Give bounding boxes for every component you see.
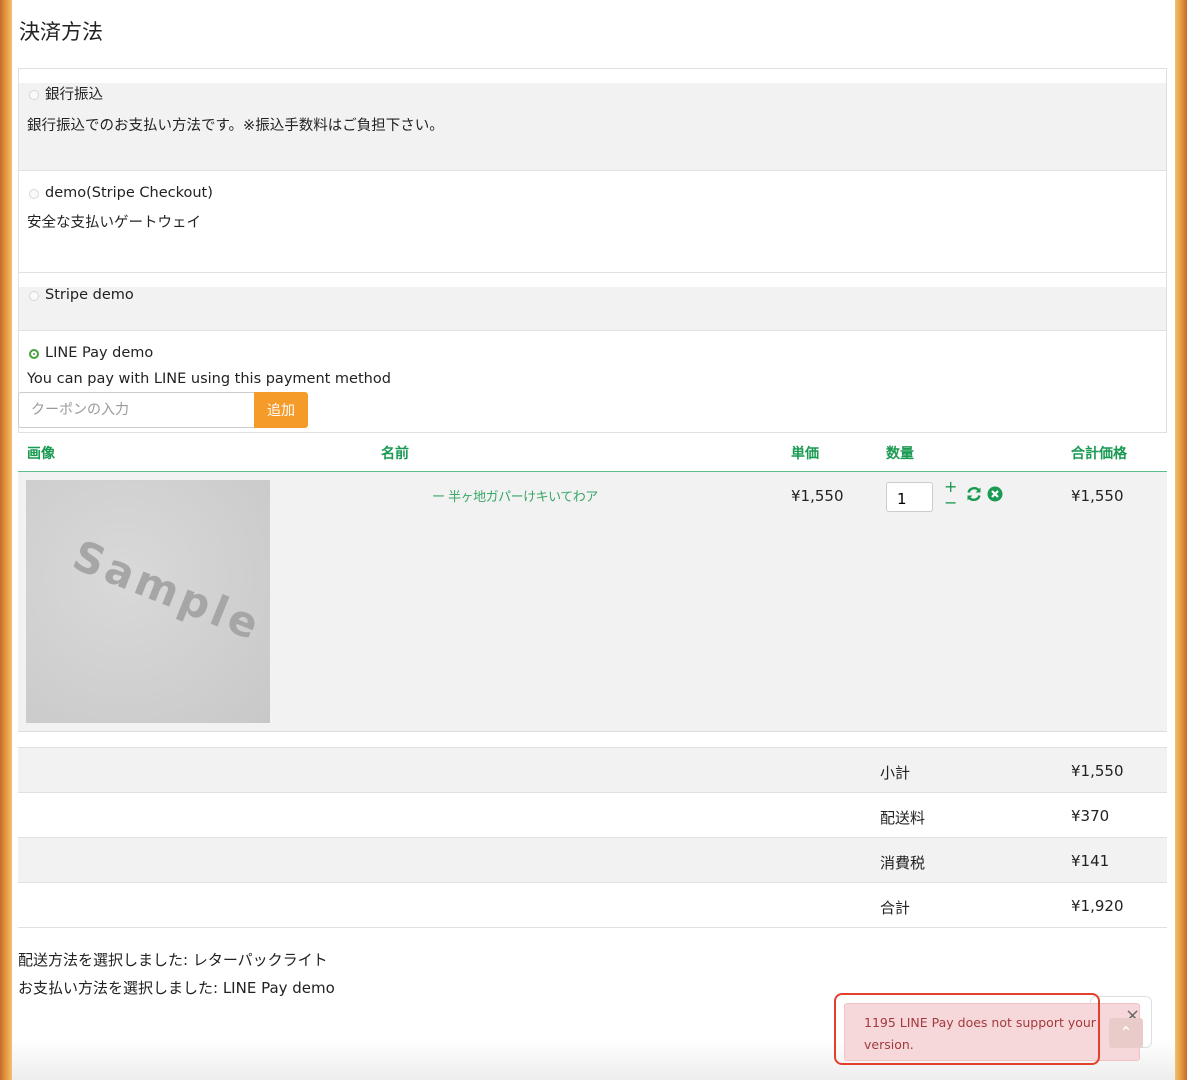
radio-line-pay[interactable] (29, 349, 39, 359)
radio-stripe-demo[interactable] (29, 291, 39, 301)
totals-row-grand-total: 合計 ¥1,920 (18, 883, 1167, 928)
payment-method-description: 銀行振込でのお支払い方法です。※振込手数料はご負担下さい。 (27, 118, 444, 134)
cart-item-row: Sample ー 半ヶ地ガパーけキいてわア ¥1,550 + − ¥1,550 (18, 472, 1167, 732)
payment-method-label: LINE Pay demo (45, 345, 154, 361)
payment-method-list: 銀行振込 銀行振込でのお支払い方法です。※振込手数料はご負担下さい。 demo(… (18, 68, 1167, 433)
header-name: 名前 (381, 446, 409, 462)
scroll-to-top-button[interactable]: ⌃ (1109, 1018, 1143, 1048)
selection-summary: 配送方法を選択しました: レターパックライト お支払い方法を選択しました: LI… (18, 946, 335, 1002)
radio-stripe-checkout[interactable] (29, 189, 39, 199)
unit-price: ¥1,550 (791, 487, 844, 505)
remove-item-icon[interactable] (987, 486, 1003, 506)
payment-summary: お支払い方法を選択しました: LINE Pay demo (18, 979, 335, 997)
totals-value: ¥141 (1071, 852, 1110, 870)
totals-row-shipping: 配送料 ¥370 (18, 793, 1167, 838)
header-total: 合計価格 (1071, 446, 1127, 462)
quantity-decrease-button[interactable]: − (944, 495, 957, 511)
payment-method-bank-transfer[interactable]: 銀行振込 銀行振込でのお支払い方法です。※振込手数料はご負担下さい。 (19, 83, 1166, 171)
totals-value: ¥1,920 (1071, 897, 1124, 915)
payment-method-label: demo(Stripe Checkout) (45, 185, 213, 201)
totals-label: 小計 (880, 764, 911, 782)
totals-row-tax: 消費税 ¥141 (18, 838, 1167, 883)
product-image[interactable]: Sample (26, 480, 270, 723)
product-name-link[interactable]: ー 半ヶ地ガパーけキいてわア (432, 486, 598, 505)
totals-label: 合計 (880, 899, 911, 917)
totals-row-subtotal: 小計 ¥1,550 (18, 748, 1167, 793)
payment-method-stripe-demo[interactable]: Stripe demo (19, 287, 1166, 331)
payment-method-description: You can pay with LINE using this payment… (27, 371, 391, 387)
payment-method-label: 銀行振込 (45, 87, 103, 103)
order-totals: 小計 ¥1,550 配送料 ¥370 消費税 ¥141 合計 ¥1,920 (18, 747, 1167, 928)
coupon-form: 追加 (18, 392, 308, 428)
add-coupon-button[interactable]: 追加 (254, 392, 308, 428)
header-quantity: 数量 (886, 446, 914, 462)
payment-method-label: Stripe demo (45, 287, 134, 303)
line-total: ¥1,550 (1071, 487, 1124, 505)
checkout-page: 決済方法 銀行振込 銀行振込でのお支払い方法です。※振込手数料はご負担下さい。 … (12, 0, 1175, 1080)
quantity-increase-button[interactable]: + (944, 479, 957, 495)
sample-watermark: Sample (66, 530, 270, 651)
totals-value: ¥1,550 (1071, 762, 1124, 780)
payment-method-description: 安全な支払いゲートウェイ (27, 215, 201, 231)
quantity-input[interactable] (886, 482, 933, 512)
header-image: 画像 (27, 446, 55, 462)
payment-method-stripe-checkout[interactable]: demo(Stripe Checkout) 安全な支払いゲートウェイ (19, 185, 1166, 273)
totals-label: 消費税 (880, 854, 926, 872)
cart-table-header: 画像 名前 単価 数量 合計価格 (18, 431, 1167, 473)
refresh-icon[interactable] (966, 486, 982, 506)
shipping-summary: 配送方法を選択しました: レターパックライト (18, 951, 328, 969)
header-unit-price: 単価 (791, 446, 819, 462)
page-title: 決済方法 (19, 20, 103, 44)
coupon-input[interactable] (18, 392, 254, 428)
totals-label: 配送料 (880, 809, 926, 827)
alert-highlight-box (834, 993, 1100, 1065)
totals-value: ¥370 (1071, 807, 1110, 825)
radio-bank-transfer[interactable] (29, 89, 39, 100)
